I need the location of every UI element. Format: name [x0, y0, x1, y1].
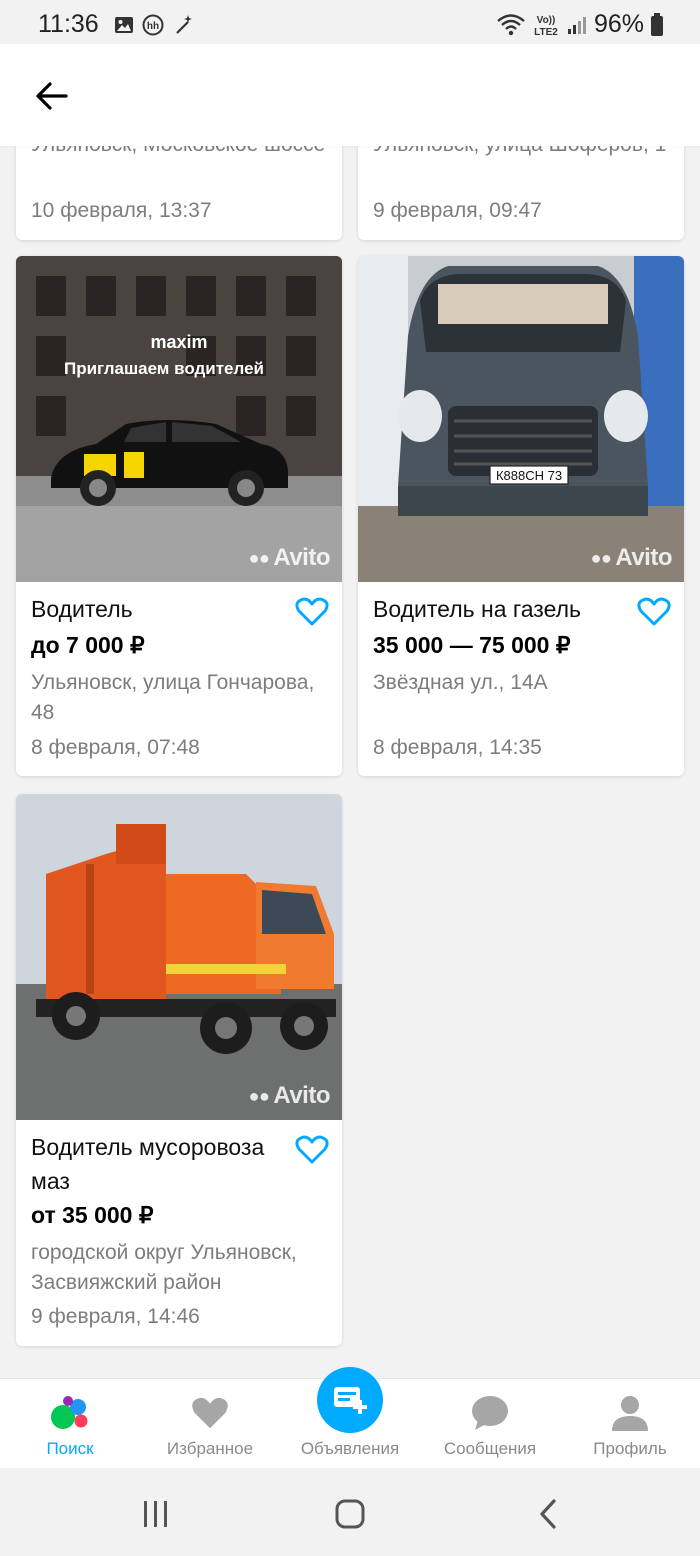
search-dots-icon	[48, 1393, 92, 1433]
magic-wand-icon	[176, 15, 192, 34]
listing-address: Ульяновск, улица Гончарова, 48	[31, 671, 315, 724]
status-time: 11:36	[38, 10, 99, 38]
listing-card[interactable]: maxim Приглашаем водителей ●● Avito Водит…	[16, 256, 342, 776]
listing-address: Звёздная ул., 14А	[373, 671, 548, 694]
listing-card[interactable]: ●● Avito Водитель мусоровоза маз от 35 00…	[16, 794, 342, 1346]
home-icon	[335, 1499, 365, 1529]
nav-label: Объявления	[300, 1439, 400, 1458]
bottom-navigation: Поиск Избранное Объявления Сообщения Про…	[0, 1367, 700, 1469]
heart-icon	[188, 1393, 232, 1433]
svg-text:Vo)): Vo))	[537, 15, 556, 26]
svg-text:LTE2: LTE2	[534, 27, 558, 38]
listing-card[interactable]: К888СН 73 ●● Avito Водитель на газель 35 …	[358, 256, 684, 776]
avito-watermark: ●● Avito	[248, 1082, 331, 1109]
van-photo: К888СН 73	[358, 256, 684, 582]
profile-icon	[608, 1393, 652, 1433]
heart-outline-icon	[637, 597, 671, 626]
listing-address: Ульяновск, Московское шоссе	[31, 146, 331, 160]
listings-feed[interactable]: Ульяновск, Московское шоссе 10 февраля, …	[0, 146, 700, 1378]
listing-photo[interactable]: maxim Приглашаем водителей ●● Avito	[16, 256, 342, 582]
listing-date: 9 февраля, 09:47	[373, 199, 542, 222]
home-button[interactable]	[320, 1494, 380, 1534]
favorite-button[interactable]	[294, 1132, 330, 1168]
nav-favorites[interactable]: Избранное	[140, 1379, 280, 1469]
listing-card[interactable]: Ульяновск, Московское шоссе 10 февраля, …	[16, 146, 342, 240]
system-back-button[interactable]	[518, 1494, 578, 1534]
listing-date: 10 февраля, 13:37	[31, 199, 212, 222]
favorite-button[interactable]	[636, 594, 672, 630]
listing-title: Водитель на газель	[373, 596, 582, 622]
battery-percent: 96%	[593, 10, 644, 38]
listing-photo[interactable]: К888СН 73 ●● Avito	[358, 256, 684, 582]
nav-search[interactable]: Поиск	[0, 1379, 140, 1469]
listing-title: Водитель	[31, 596, 133, 622]
chat-icon	[468, 1393, 512, 1433]
avito-watermark: ●● Avito	[248, 544, 331, 571]
hh-icon: hh	[142, 14, 164, 36]
image-caption-text: Приглашаем водителей	[64, 359, 264, 378]
listing-address: Ульяновск, улица Шоферов, 1	[373, 146, 673, 160]
status-bar: 11:36 hh Vo)) LTE2 96%	[0, 0, 700, 44]
svg-text:hh: hh	[147, 21, 159, 32]
system-navigation-bar	[0, 1468, 700, 1556]
listing-price: до 7 000 ₽	[31, 632, 145, 658]
recent-apps-button[interactable]	[126, 1494, 186, 1534]
listing-photo[interactable]: ●● Avito	[16, 794, 342, 1120]
nav-label: Профиль	[593, 1439, 667, 1458]
nav-profile[interactable]: Профиль	[560, 1379, 700, 1469]
garbage-truck-photo	[16, 794, 342, 1120]
recent-apps-icon	[144, 1501, 167, 1527]
nav-label: Поиск	[46, 1439, 94, 1458]
nav-label: Избранное	[166, 1439, 254, 1458]
chevron-left-icon	[540, 1499, 556, 1529]
signal-icon	[567, 16, 586, 34]
image-icon	[115, 17, 133, 33]
listing-price: 35 000 — 75 000 ₽	[373, 632, 571, 658]
arrow-left-icon	[36, 82, 68, 110]
wifi-icon	[497, 13, 525, 35]
favorite-button[interactable]	[294, 594, 330, 630]
heart-outline-icon	[295, 1135, 329, 1164]
taxi-photo: maxim Приглашаем водителей	[16, 256, 342, 582]
listing-address: городской округ Ульяновск, Засвияжский р…	[31, 1241, 297, 1294]
volte-icon: Vo))LTE2	[534, 15, 558, 38]
battery-icon	[651, 12, 663, 36]
listing-card[interactable]: Ульяновск, улица Шоферов, 1 9 февраля, 0…	[358, 146, 684, 240]
add-ad-icon	[317, 1367, 383, 1433]
heart-outline-icon	[295, 597, 329, 626]
avito-watermark: ●● Avito	[590, 544, 673, 571]
listing-date: 9 февраля, 14:46	[31, 1305, 200, 1328]
license-plate-text: К888СН 73	[496, 468, 562, 483]
top-app-bar	[0, 44, 700, 146]
listing-title: Водитель мусоровоза маз	[31, 1134, 265, 1194]
nav-ads[interactable]: Объявления	[280, 1367, 420, 1469]
listing-date: 8 февраля, 14:35	[373, 736, 542, 759]
nav-messages[interactable]: Сообщения	[420, 1379, 560, 1469]
listing-date: 8 февраля, 07:48	[31, 736, 200, 759]
listing-price: от 35 000 ₽	[31, 1202, 154, 1228]
back-button[interactable]	[26, 74, 78, 118]
nav-label: Сообщения	[443, 1439, 537, 1458]
image-brand-text: maxim	[150, 332, 207, 352]
